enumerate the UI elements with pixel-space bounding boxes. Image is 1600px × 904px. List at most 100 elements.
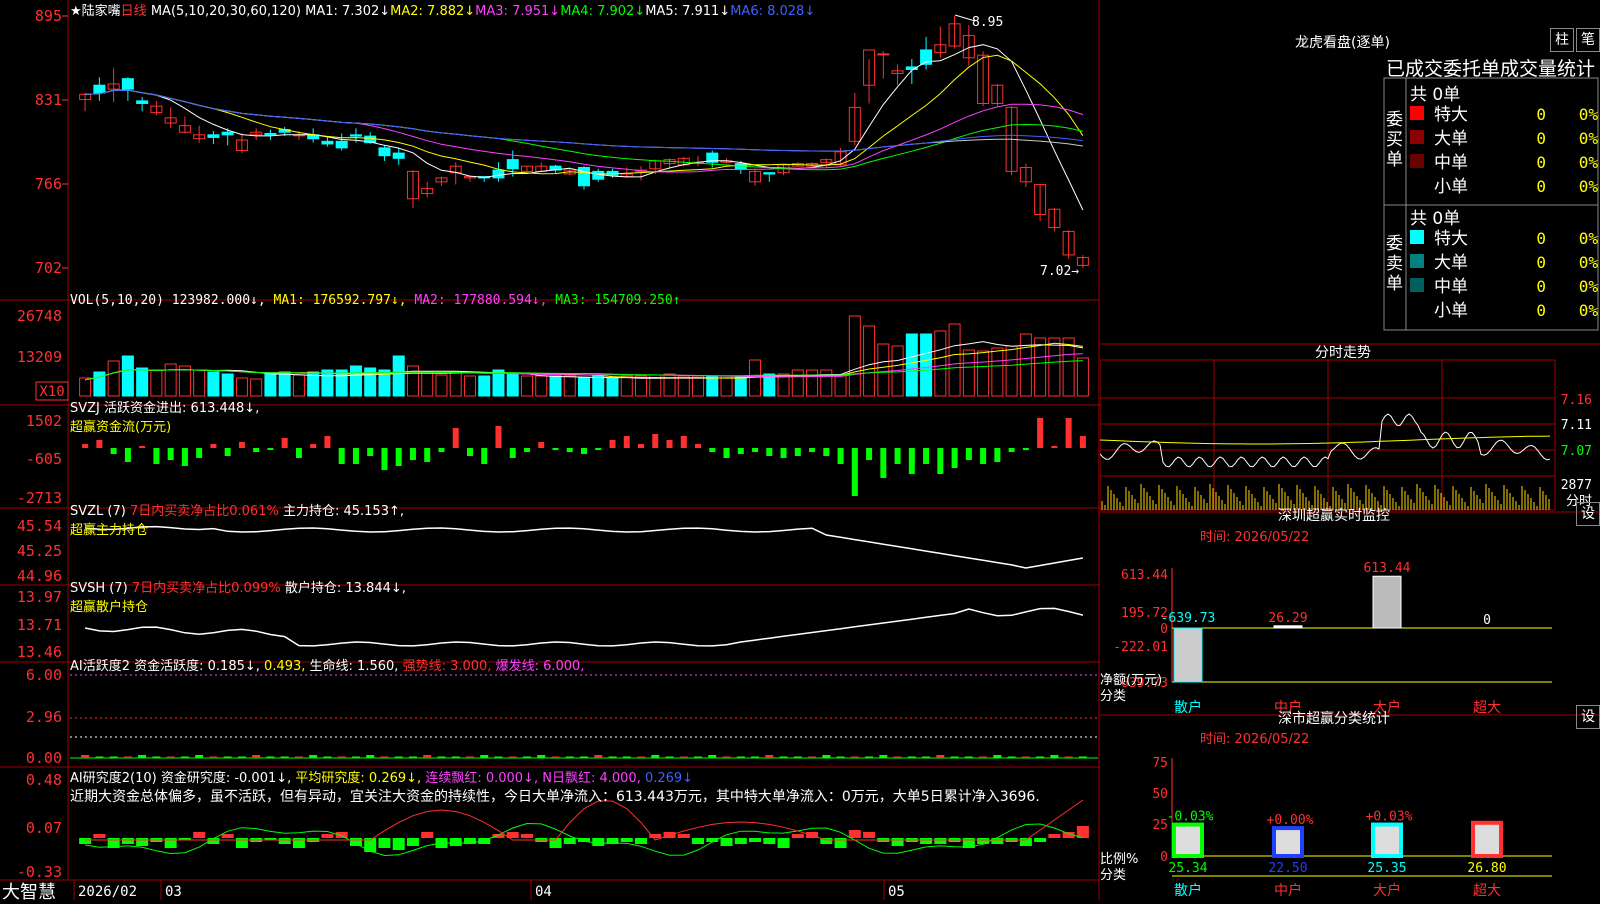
volume-bar bbox=[478, 375, 491, 397]
research-bar bbox=[378, 838, 391, 848]
stat-cat-超大: 超大 bbox=[1473, 883, 1501, 899]
volume-bar bbox=[1034, 337, 1047, 397]
main-chart-area[interactable]: 2026/02 03 04 05 895 831 766 702 8.95 7.02→ 26748 1… bbox=[0, 0, 1100, 903]
fund-flow-bar bbox=[680, 436, 687, 448]
research-bar bbox=[421, 832, 434, 838]
buy-orders-label: 委买单 bbox=[1386, 110, 1403, 170]
activity-bar bbox=[1036, 756, 1045, 758]
buy-total: 共 0单 bbox=[1410, 85, 1461, 105]
buy-row-value: 0 bbox=[1536, 153, 1546, 172]
sell-row-value: 0 bbox=[1536, 253, 1546, 272]
tab-zhu[interactable]: 柱 bbox=[1550, 28, 1574, 52]
activity-bar bbox=[1078, 756, 1087, 758]
research-bar bbox=[136, 838, 149, 846]
fund-flow-bar bbox=[124, 448, 131, 462]
activity-bar bbox=[109, 756, 118, 758]
activity-bar bbox=[708, 755, 717, 758]
volume-bar bbox=[848, 315, 861, 397]
candle-body bbox=[321, 140, 334, 145]
activity-bar bbox=[294, 756, 303, 758]
volume-bar bbox=[991, 347, 1004, 397]
minute-title: 分时走势 bbox=[1315, 345, 1371, 361]
volume-bar bbox=[606, 377, 619, 397]
fund-flow-bar bbox=[210, 444, 217, 448]
volume-bar bbox=[207, 371, 220, 397]
svzj-sub: 超赢资金流(万元) bbox=[70, 420, 172, 435]
volume-bar bbox=[1048, 337, 1061, 397]
monitor-settings-button[interactable]: 设 bbox=[1576, 502, 1600, 526]
ai-research-header: AI研究度2(10) 资金研究度: -0.001↓, 平均研究度: 0.269↓… bbox=[70, 767, 693, 786]
svsh-ratio: 7日内买卖净占比0.099% bbox=[131, 581, 281, 596]
kline-chart-svg[interactable]: 2026/02 03 04 05 895 831 766 702 8.95 7.02→ 26748 1… bbox=[0, 0, 1100, 900]
research-bar bbox=[977, 838, 990, 844]
activity-bar bbox=[138, 755, 147, 758]
ai-research-l4: N日飘红: 4.000, bbox=[542, 771, 641, 786]
activity-bar bbox=[195, 755, 204, 758]
ai-active-l1: 资金活跃度: 0.185↓, bbox=[134, 659, 260, 674]
research-bar bbox=[749, 838, 762, 842]
research-bar bbox=[1019, 838, 1032, 846]
buy-row-value: 0 bbox=[1536, 105, 1546, 124]
buy-swatch-1 bbox=[1410, 130, 1424, 144]
minute-axis-mid: 7.11 bbox=[1561, 418, 1592, 433]
volume-bar bbox=[421, 371, 434, 397]
ma4-value: MA4: 7.902↓ bbox=[560, 4, 646, 19]
vol-header: VOL(5,10,20) 123982.000↓, MA1: 176592.79… bbox=[70, 293, 681, 308]
fund-flow-bar bbox=[324, 436, 331, 448]
price-header: ★陆家嘴日线 MA(5,10,20,30,60,120) MA1: 7.302↓… bbox=[70, 4, 816, 19]
fund-flow-bar bbox=[823, 448, 830, 456]
activity-bar bbox=[494, 756, 503, 758]
research-bar bbox=[777, 838, 790, 848]
vol-ma-line-1 bbox=[85, 342, 1083, 381]
ai-research-summary: 近期大资金总体偏多，虽不活跃，但有异动，宜关注大资金的持续性，今日大单净流入：6… bbox=[70, 789, 1040, 805]
svzj-label: 活跃资金进出: 613.448↓, bbox=[104, 401, 260, 416]
buy-swatch-3 bbox=[1410, 178, 1424, 192]
activity-bar bbox=[993, 755, 1002, 758]
research-bar bbox=[193, 832, 206, 838]
ai-research-axis-top: 0.48 bbox=[26, 771, 62, 789]
monitor-xlabel: 分类 bbox=[1100, 689, 1127, 704]
research-bar bbox=[121, 838, 134, 844]
volume-bar bbox=[706, 375, 719, 397]
fund-flow-bar bbox=[623, 436, 630, 448]
research-bar bbox=[934, 838, 947, 844]
stat-settings-button[interactable]: 设 bbox=[1576, 705, 1600, 729]
sell-row-name: 大单 bbox=[1434, 253, 1468, 273]
period-label[interactable]: 日线 bbox=[121, 4, 147, 19]
fund-flow-bar bbox=[181, 448, 188, 466]
volume-stats-tab[interactable]: 已成交委托单成交量统计 bbox=[1386, 54, 1595, 81]
fund-flow-bar bbox=[409, 448, 416, 460]
monitor-axis-0: 613.44 bbox=[1121, 568, 1168, 583]
monitor-value-大户: 613.44 bbox=[1364, 561, 1411, 576]
activity-bar bbox=[223, 756, 232, 758]
activity-bar bbox=[309, 755, 318, 758]
research-bar bbox=[692, 838, 705, 844]
volume-bar bbox=[563, 375, 576, 397]
candle-body bbox=[592, 170, 605, 180]
side-panel: 特大 0 0% 大单 0 0% 中单 0 0% 小单 0 0% 特大 0 0% 大单 0 0% 中单 0 0% 小单 0 0%… bbox=[1099, 0, 1600, 900]
tab-bi[interactable]: 笔 bbox=[1576, 28, 1600, 52]
volume-bar bbox=[79, 377, 92, 397]
research-bar bbox=[592, 838, 605, 846]
candle-body bbox=[221, 131, 234, 136]
svzj-axis-bot: -2713 bbox=[17, 489, 62, 507]
activity-bar bbox=[408, 756, 417, 758]
activity-bar bbox=[893, 756, 902, 758]
activity-bar bbox=[850, 756, 859, 758]
monitor-bar-中户 bbox=[1273, 625, 1303, 629]
activity-bar bbox=[594, 755, 603, 758]
research-bar bbox=[406, 838, 419, 846]
svzl-ratio: 7日内买卖净占比0.061% bbox=[129, 504, 279, 519]
sell-row-percent: 0% bbox=[1579, 301, 1599, 320]
fund-flow-bar bbox=[110, 448, 117, 454]
volume-bar bbox=[178, 365, 191, 397]
fund-flow-bar bbox=[908, 448, 915, 474]
monitor-bar-大户 bbox=[1372, 575, 1402, 629]
svzl-axis-mid: 45.25 bbox=[17, 542, 62, 560]
fund-flow-bar bbox=[367, 448, 374, 456]
fund-flow-bar bbox=[381, 448, 388, 470]
ai-research-l1: 资金研究度: -0.001↓, bbox=[160, 771, 292, 786]
candle-body bbox=[121, 78, 134, 90]
volume-bar bbox=[520, 375, 533, 397]
fund-flow-bar bbox=[809, 448, 816, 452]
